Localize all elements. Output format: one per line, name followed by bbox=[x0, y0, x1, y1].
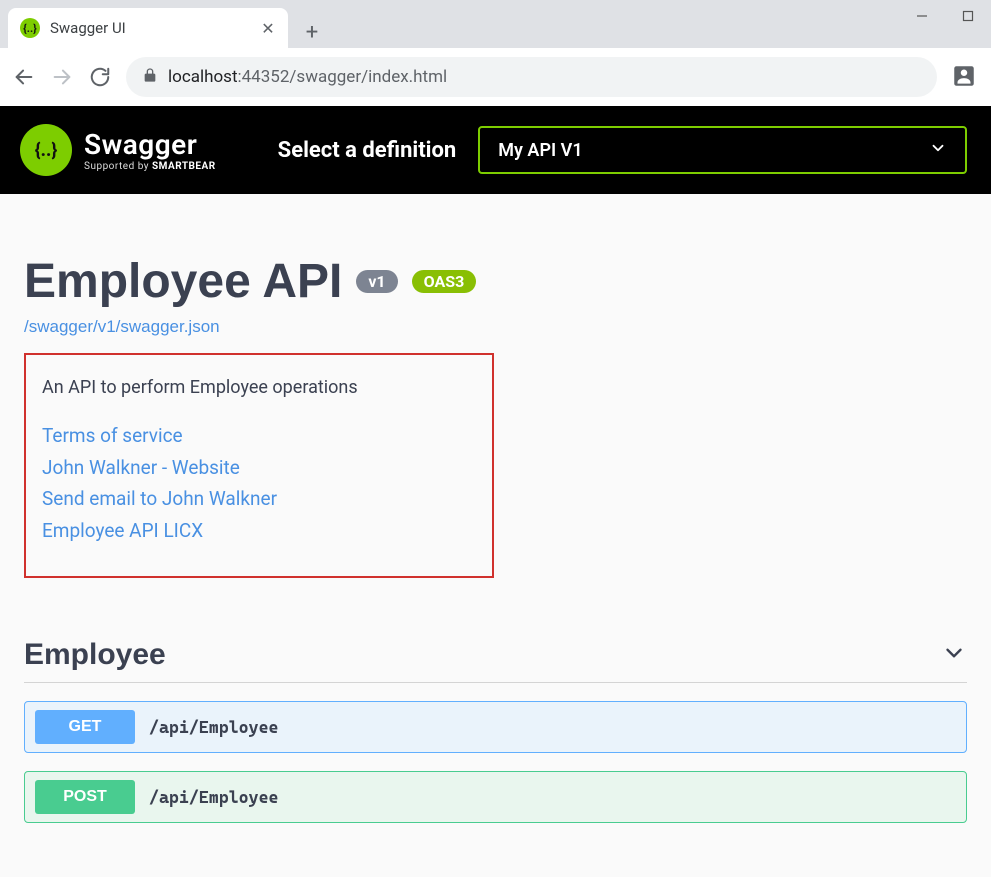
browser-chrome: {..} Swagger UI ✕ + lo bbox=[0, 0, 991, 106]
operation-path: /api/Employee bbox=[149, 787, 279, 807]
swagger-logo-icon: {..} bbox=[20, 124, 72, 176]
window-controls bbox=[899, 0, 991, 32]
operation-post-employee[interactable]: POST /api/Employee bbox=[24, 771, 967, 823]
api-title-row: Employee API v1 OAS3 bbox=[24, 254, 967, 309]
minimize-icon[interactable] bbox=[899, 0, 945, 32]
version-badge: v1 bbox=[356, 270, 397, 293]
swagger-favicon: {..} bbox=[20, 18, 40, 38]
definition-selected-value: My API V1 bbox=[498, 140, 582, 161]
http-method-badge: GET bbox=[35, 710, 135, 744]
http-method-badge: POST bbox=[35, 780, 135, 814]
brand-name: Swagger bbox=[84, 128, 216, 161]
api-description: An API to perform Employee operations bbox=[42, 377, 476, 398]
tab-title: Swagger UI bbox=[50, 19, 250, 37]
tag-name: Employee bbox=[24, 638, 166, 672]
tab-bar: {..} Swagger UI ✕ + bbox=[0, 0, 991, 48]
chevron-down-icon bbox=[929, 139, 947, 162]
operation-get-employee[interactable]: GET /api/Employee bbox=[24, 701, 967, 753]
main-content: Employee API v1 OAS3 /swagger/v1/swagger… bbox=[0, 194, 991, 823]
api-title: Employee API bbox=[24, 254, 342, 309]
address-field[interactable]: localhost:44352/swagger/index.html bbox=[126, 57, 937, 97]
tag-header[interactable]: Employee bbox=[24, 638, 967, 683]
close-icon[interactable]: ✕ bbox=[260, 20, 276, 36]
back-button[interactable] bbox=[12, 65, 36, 89]
url-text: localhost:44352/swagger/index.html bbox=[168, 67, 447, 87]
tag-section: Employee GET /api/Employee POST /api/Emp… bbox=[24, 638, 967, 823]
url-host: localhost bbox=[168, 67, 238, 87]
contact-email-link[interactable]: Send email to John Walkner bbox=[42, 485, 476, 513]
swagger-logo-text: Swagger Supported by SMARTBEAR bbox=[84, 128, 216, 172]
url-path: /swagger/index.html bbox=[289, 67, 447, 87]
terms-of-service-link[interactable]: Terms of service bbox=[42, 422, 476, 450]
url-port: :44352 bbox=[238, 67, 290, 87]
new-tab-button[interactable]: + bbox=[296, 16, 328, 48]
forward-button[interactable] bbox=[50, 65, 74, 89]
definition-select-label: Select a definition bbox=[278, 138, 457, 163]
oas-badge: OAS3 bbox=[412, 270, 477, 293]
brand-sub: Supported by SMARTBEAR bbox=[84, 161, 216, 172]
swagger-logo[interactable]: {..} Swagger Supported by SMARTBEAR bbox=[20, 124, 216, 176]
swagger-topbar: {..} Swagger Supported by SMARTBEAR Sele… bbox=[0, 106, 991, 194]
browser-tab[interactable]: {..} Swagger UI ✕ bbox=[8, 8, 288, 48]
license-link[interactable]: Employee API LICX bbox=[42, 517, 476, 545]
api-info-box: An API to perform Employee operations Te… bbox=[24, 353, 494, 578]
address-bar: localhost:44352/swagger/index.html bbox=[0, 48, 991, 106]
reload-button[interactable] bbox=[88, 65, 112, 89]
operation-path: /api/Employee bbox=[149, 717, 279, 737]
maximize-icon[interactable] bbox=[945, 0, 991, 32]
spec-url-link[interactable]: /swagger/v1/swagger.json bbox=[24, 317, 220, 337]
contact-website-link[interactable]: John Walkner - Website bbox=[42, 454, 476, 482]
definition-select[interactable]: My API V1 bbox=[478, 126, 967, 174]
profile-icon[interactable] bbox=[951, 63, 979, 91]
chevron-down-icon bbox=[941, 640, 967, 670]
lock-icon bbox=[142, 67, 158, 88]
